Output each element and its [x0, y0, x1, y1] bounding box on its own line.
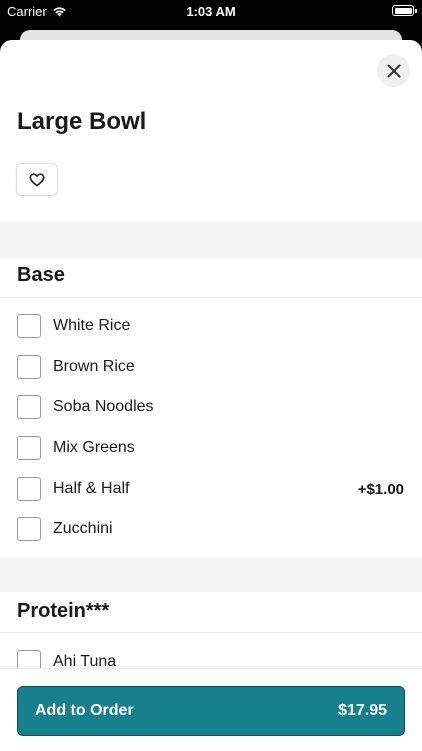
add-to-order-label: Add to Order [35, 702, 134, 719]
section-separator [0, 222, 422, 258]
close-icon [387, 64, 400, 77]
section-divider [0, 297, 422, 298]
add-to-order-button[interactable]: Add to Order $17.95 [17, 686, 405, 736]
option-label: White Rice [53, 317, 131, 334]
status-time: 1:03 AM [186, 4, 236, 19]
heart-icon [29, 172, 45, 186]
item-sheet: Large Bowl Base White Rice Brown Rice So… [0, 40, 422, 750]
section-title-base: Base [17, 264, 65, 286]
checkbox[interactable] [17, 517, 41, 541]
option-mix-greens[interactable]: Mix Greens [0, 428, 422, 468]
battery-icon [392, 5, 417, 16]
option-half-and-half[interactable]: Half & Half +$1.00 [0, 469, 422, 509]
order-footer: Add to Order $17.95 [0, 668, 422, 751]
item-title: Large Bowl [17, 108, 147, 135]
option-label: Mix Greens [53, 439, 135, 456]
section-title-protein: Protein*** [17, 600, 110, 622]
option-label: Brown Rice [53, 358, 135, 375]
option-price: +$1.00 [357, 480, 404, 498]
checkbox[interactable] [17, 355, 41, 379]
checkbox[interactable] [17, 477, 41, 501]
option-label: Half & Half [53, 480, 130, 497]
close-button[interactable] [377, 54, 410, 87]
option-label: Zucchini [53, 520, 113, 537]
checkbox[interactable] [17, 436, 41, 460]
option-soba-noodles[interactable]: Soba Noodles [0, 387, 422, 427]
section-separator [0, 558, 422, 592]
option-label: Soba Noodles [53, 398, 154, 415]
checkbox[interactable] [17, 395, 41, 419]
option-white-rice[interactable]: White Rice [0, 306, 422, 346]
option-brown-rice[interactable]: Brown Rice [0, 347, 422, 387]
order-total: $17.95 [338, 702, 387, 719]
status-bar: Carrier 1:03 AM [0, 0, 422, 24]
section-divider [0, 632, 422, 633]
option-zucchini[interactable]: Zucchini [0, 509, 422, 549]
favorite-button[interactable] [16, 163, 58, 196]
checkbox[interactable] [17, 314, 41, 338]
